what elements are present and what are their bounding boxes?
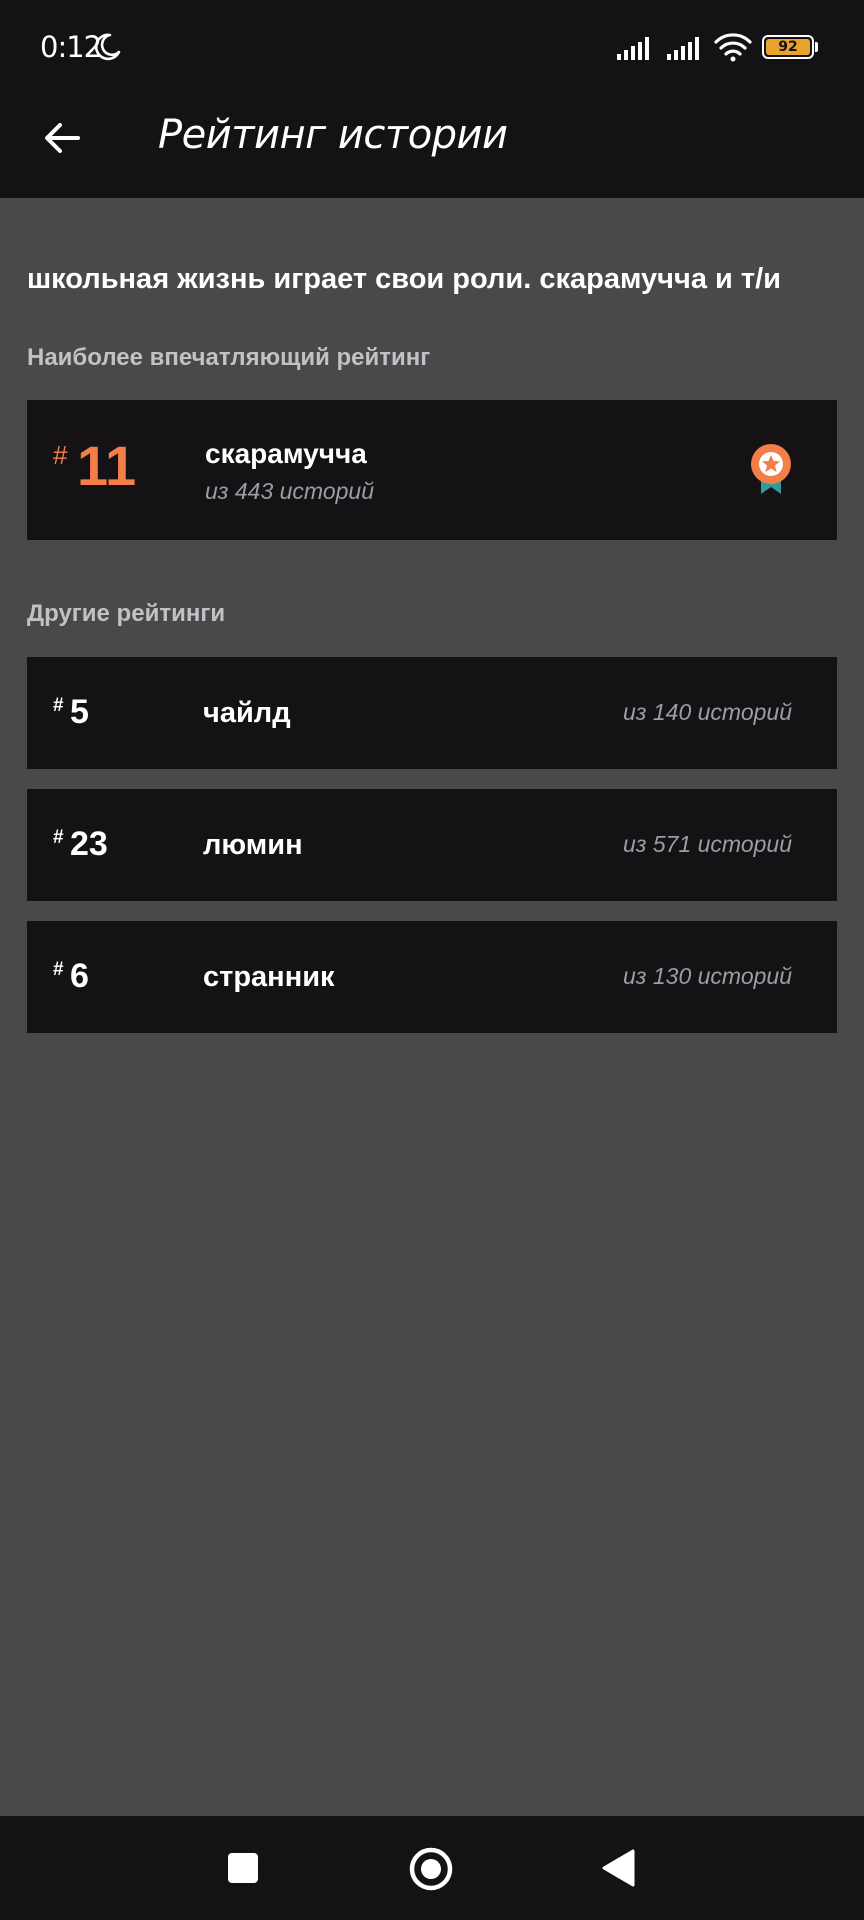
square-icon[interactable] xyxy=(226,1851,260,1885)
circle-icon[interactable] xyxy=(408,1846,454,1892)
rank-number: 5 xyxy=(70,693,89,731)
signal-icon xyxy=(617,37,649,60)
triangle-back-icon[interactable] xyxy=(600,1848,636,1888)
battery-indicator: 92 xyxy=(762,35,814,59)
rank-hash: # xyxy=(53,959,64,980)
featured-section-label: Наиболее впечатляющий рейтинг xyxy=(27,344,431,371)
story-count: из 140 историй xyxy=(623,699,792,725)
rating-row-wanderer[interactable]: # 6 странник из 130 историй xyxy=(27,921,837,1033)
category-name: странник xyxy=(203,961,335,993)
rank-hash: # xyxy=(53,827,64,848)
category-name: люмин xyxy=(203,829,303,861)
wifi-icon xyxy=(714,33,752,62)
page-title: Рейтинг истории xyxy=(158,112,508,158)
featured-rating-card[interactable]: # 11 скарамучча из 443 историй xyxy=(27,400,837,540)
arrow-left-icon[interactable] xyxy=(42,118,82,158)
featured-category-name: скарамучча xyxy=(205,438,367,469)
featured-rank-number: 11 xyxy=(77,434,137,497)
rank-number: 23 xyxy=(70,825,108,863)
signal-icon-2 xyxy=(667,37,699,60)
screen: 0:12 92 Рейтинг истории школьная жизнь и… xyxy=(0,0,864,1920)
moon-icon xyxy=(94,33,121,61)
medal-icon xyxy=(751,444,791,494)
featured-rank-hash: # xyxy=(53,440,68,470)
story-count: из 130 историй xyxy=(623,963,792,989)
rating-row-child[interactable]: # 5 чайлд из 140 историй xyxy=(27,657,837,769)
rank-number: 6 xyxy=(70,957,89,995)
rank-hash: # xyxy=(53,695,64,716)
battery-nub xyxy=(815,42,818,52)
battery-level: 92 xyxy=(766,39,810,55)
category-name: чайлд xyxy=(203,697,291,729)
story-count: из 571 историй xyxy=(623,831,792,857)
featured-story-count: из 443 историй xyxy=(205,478,374,504)
other-section-label: Другие рейтинги xyxy=(27,600,226,627)
story-title: школьная жизнь играет свои роли. скараму… xyxy=(27,263,782,295)
rating-row-lumine[interactable]: # 23 люмин из 571 историй xyxy=(27,789,837,901)
